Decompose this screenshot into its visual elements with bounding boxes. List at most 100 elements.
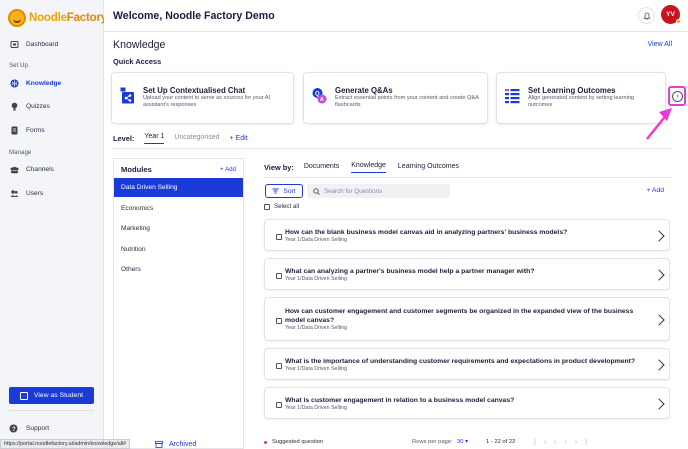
view-as-student-button[interactable]: View as Student bbox=[9, 387, 94, 404]
cards-next-button[interactable]: › bbox=[668, 86, 686, 106]
last-page-icon[interactable]: ›| bbox=[575, 439, 595, 446]
card-title: Set Up Contextualised Chat bbox=[143, 86, 246, 95]
section-manage: Manage bbox=[9, 149, 32, 156]
sidebar-item-dashboard[interactable]: Dashboard bbox=[10, 37, 58, 51]
channels-icon bbox=[10, 165, 19, 174]
chevron-right-icon[interactable] bbox=[653, 269, 665, 281]
rows-per-page-select[interactable]: 30 ▾ bbox=[457, 439, 468, 445]
sort-button[interactable]: Sort bbox=[265, 184, 303, 198]
welcome-heading: Welcome, Noodle Factory Demo bbox=[113, 10, 275, 22]
chevron-right-icon[interactable] bbox=[653, 398, 665, 410]
sidebar-divider bbox=[9, 410, 94, 411]
archive-icon bbox=[155, 441, 163, 448]
prev-page-icon[interactable]: ‹ bbox=[554, 439, 564, 446]
avatar-initials: YV bbox=[666, 11, 675, 18]
card-title: Generate Q&As bbox=[335, 86, 393, 95]
noodle-logo-icon bbox=[8, 9, 26, 27]
question-checkbox[interactable] bbox=[276, 273, 282, 279]
tab-documents[interactable]: Documents bbox=[304, 163, 339, 173]
first-page-icon[interactable]: |‹ bbox=[534, 439, 554, 446]
sidebar-item-forms[interactable]: Forms bbox=[10, 123, 45, 137]
external-view-icon bbox=[20, 391, 28, 400]
sidebar-item-label: Dashboard bbox=[26, 40, 59, 48]
view-all-link[interactable]: View All bbox=[648, 41, 672, 48]
card-contextualised-chat[interactable]: Set Up Contextualised Chat Upload your c… bbox=[111, 72, 294, 124]
question-row[interactable]: What is the importance of understanding … bbox=[264, 348, 670, 380]
modules-panel: Modules + Add Data Driven Selling Econom… bbox=[113, 158, 244, 449]
add-question-button[interactable]: + Add bbox=[646, 187, 664, 194]
svg-text:?: ? bbox=[12, 427, 16, 433]
card-learning-outcomes[interactable]: Set Learning Outcomes Align generated co… bbox=[496, 72, 666, 124]
archived-link[interactable]: Archived bbox=[155, 441, 196, 448]
user-avatar[interactable]: YV bbox=[661, 5, 681, 24]
search-input[interactable] bbox=[324, 187, 444, 195]
users-icon bbox=[10, 189, 19, 198]
question-row[interactable]: How can the blank business model canvas … bbox=[264, 219, 670, 251]
sidebar-item-channels[interactable]: Channels bbox=[10, 162, 54, 176]
question-row[interactable]: How can customer engagement and customer… bbox=[264, 297, 670, 341]
sidebar-item-label: Quizzes bbox=[26, 102, 50, 110]
search-box[interactable] bbox=[307, 184, 450, 198]
chat-document-icon bbox=[120, 87, 134, 104]
sidebar-item-label: Forms bbox=[26, 126, 45, 134]
search-icon bbox=[313, 187, 320, 195]
sidebar-item-users[interactable]: Users bbox=[10, 186, 43, 200]
sidebar-item-label: Knowledge bbox=[26, 79, 62, 87]
learning-outcomes-icon bbox=[505, 89, 520, 104]
avatar-status-dot bbox=[676, 19, 681, 24]
sidebar-item-quizzes[interactable]: Quizzes bbox=[10, 99, 50, 113]
module-item-others[interactable]: Others bbox=[114, 260, 243, 279]
view-by-divider bbox=[264, 177, 672, 178]
card-generate-qas[interactable]: Q A Generate Q&As Extract essential poin… bbox=[303, 72, 488, 124]
brand-logo[interactable]: NoodleFactory bbox=[8, 8, 107, 28]
chevron-right-icon[interactable] bbox=[653, 230, 665, 242]
chevron-right-icon[interactable] bbox=[653, 359, 665, 371]
modules-heading: Modules bbox=[121, 165, 152, 174]
module-item-data-driven-selling[interactable]: Data Driven Selling bbox=[114, 178, 243, 197]
suggested-dot-icon bbox=[264, 440, 267, 444]
tab-knowledge[interactable]: Knowledge bbox=[351, 162, 386, 173]
next-page-icon[interactable]: › bbox=[565, 439, 575, 446]
select-all-checkbox[interactable] bbox=[264, 203, 270, 210]
question-path: Year 1/Data Driven Selling bbox=[285, 237, 347, 243]
main-content: Knowledge View All Quick Access Set Up C… bbox=[104, 32, 688, 449]
card-description: Align generated content by setting learn… bbox=[528, 95, 635, 108]
section-setup: Set Up bbox=[9, 62, 28, 69]
sort-label: Sort bbox=[283, 187, 296, 195]
knowledge-icon bbox=[10, 79, 19, 88]
add-module-button[interactable]: + Add bbox=[220, 166, 236, 173]
pagination-controls[interactable]: |‹‹››| bbox=[534, 439, 595, 446]
tab-year-1[interactable]: Year 1 bbox=[144, 133, 165, 144]
tab-uncategorised[interactable]: Uncategorised bbox=[174, 134, 219, 144]
question-row[interactable]: What can analyzing a partner's business … bbox=[264, 258, 670, 290]
quick-access-heading: Quick Access bbox=[113, 57, 162, 66]
table-footer: Suggested question Rows per page: 30 ▾ 1… bbox=[264, 435, 674, 449]
question-checkbox[interactable] bbox=[276, 363, 282, 369]
card-description: Extract essential points from your conte… bbox=[335, 95, 479, 108]
select-all[interactable]: Select all bbox=[264, 203, 299, 210]
chevron-right-icon[interactable] bbox=[653, 314, 665, 326]
sidebar-item-label: Users bbox=[26, 189, 44, 197]
tab-learning-outcomes[interactable]: Learning Outcomes bbox=[398, 163, 459, 173]
question-checkbox[interactable] bbox=[276, 234, 282, 240]
suggested-legend: Suggested question bbox=[272, 439, 324, 445]
question-checkbox[interactable] bbox=[276, 402, 282, 408]
qa-generate-icon: Q A bbox=[312, 88, 327, 104]
bell-icon bbox=[642, 12, 651, 20]
question-row[interactable]: What is customer engagement in relation … bbox=[264, 387, 670, 419]
view-by-tabs: View by: Documents Knowledge Learning Ou… bbox=[264, 162, 471, 173]
notifications-button[interactable] bbox=[638, 7, 655, 24]
sidebar-item-knowledge[interactable]: Knowledge bbox=[10, 76, 61, 90]
module-item-nutrition[interactable]: Nutrition bbox=[114, 240, 243, 259]
support-link[interactable]: ? Support bbox=[9, 424, 49, 433]
page-title: Knowledge bbox=[113, 39, 166, 51]
level-selector: Level: Year 1 Uncategorised + Edit bbox=[113, 133, 248, 144]
module-item-economics[interactable]: Economics bbox=[114, 199, 243, 218]
svg-text:A: A bbox=[320, 97, 324, 103]
brand-name: NoodleFactory bbox=[29, 12, 107, 24]
question-checkbox[interactable] bbox=[276, 318, 282, 324]
edit-levels-button[interactable]: + Edit bbox=[230, 135, 248, 142]
question-path: Year 1/Data Driven Selling bbox=[285, 325, 347, 331]
view-as-student-label: View as Student bbox=[34, 392, 83, 399]
module-item-marketing[interactable]: Marketing bbox=[114, 219, 243, 238]
